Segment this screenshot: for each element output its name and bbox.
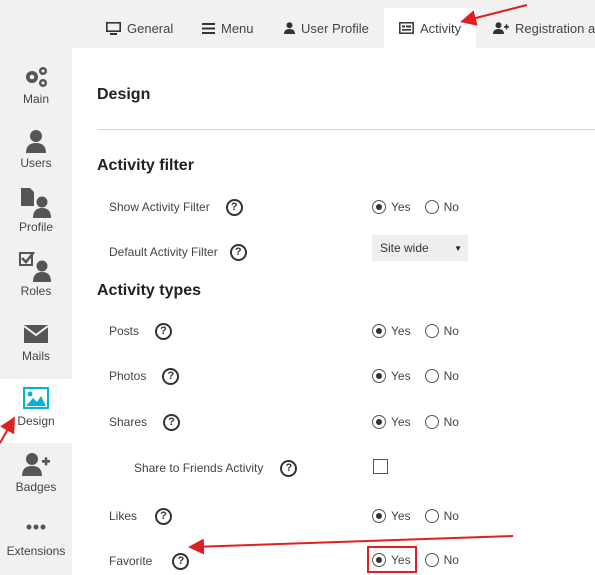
sidebar-label: Roles <box>20 284 52 298</box>
dots-icon <box>0 512 72 542</box>
tab-registration[interactable]: Registration ar <box>493 8 595 48</box>
user-plus-icon <box>493 22 509 34</box>
sidebar-label: Badges <box>15 480 57 494</box>
row-label-text: Default Activity Filter <box>109 245 218 259</box>
show-activity-filter-radio: Yes No <box>372 197 469 217</box>
likes-radio: Yes No <box>372 506 469 526</box>
radio-no[interactable]: No <box>424 200 459 214</box>
sidebar-item-main[interactable]: Main <box>0 56 72 120</box>
tab-label: Menu <box>221 20 254 36</box>
tab-activity[interactable]: Activity <box>384 8 476 48</box>
user-icon <box>0 126 72 156</box>
posts-label: Posts ? <box>109 321 173 341</box>
help-icon[interactable]: ? <box>225 198 243 216</box>
photos-radio: Yes No <box>372 366 469 386</box>
roles-icon <box>0 252 72 282</box>
tab-label: User Profile <box>301 20 369 36</box>
radio-yes[interactable]: Yes <box>372 369 411 383</box>
radio-no[interactable]: No <box>424 553 459 567</box>
posts-radio: Yes No <box>372 321 469 341</box>
sidebar-item-users[interactable]: Users <box>0 120 72 184</box>
radio-no[interactable]: No <box>424 369 459 383</box>
default-activity-filter-label: Default Activity Filter ? <box>109 242 247 262</box>
row-label-text: Photos <box>109 369 147 383</box>
divider <box>97 129 595 130</box>
sidebar-item-design[interactable]: Design <box>0 379 72 443</box>
tab-user-profile[interactable]: User Profile <box>284 8 369 48</box>
sidebar-label: Main <box>22 92 49 106</box>
photos-label: Photos ? <box>109 366 180 386</box>
row-label-text: Favorite <box>109 554 153 568</box>
radio-yes[interactable]: Yes <box>372 324 411 338</box>
row-label-text: Show Activity Filter <box>109 200 210 214</box>
tab-bar: General Menu User Profile Activity Regis… <box>72 0 595 48</box>
show-activity-filter-label: Show Activity Filter ? <box>109 197 243 217</box>
select-value: Site wide <box>380 241 429 255</box>
sidebar-label: Design <box>17 414 55 428</box>
share-friends-label: Share to Friends Activity ? <box>134 458 298 478</box>
sidebar-label: Extensions <box>6 544 66 558</box>
sidebar-label: Users <box>20 156 52 170</box>
sidebar-label: Mails <box>21 349 50 363</box>
tab-menu[interactable]: Menu <box>202 8 254 48</box>
radio-yes[interactable]: Yes <box>372 200 411 214</box>
image-icon <box>0 383 72 413</box>
help-icon[interactable]: ? <box>155 507 173 525</box>
share-friends-checkbox[interactable] <box>373 459 388 474</box>
sidebar-label: Profile <box>18 220 53 234</box>
section-title-activity-filter: Activity filter <box>97 157 194 174</box>
tab-label: Activity <box>420 20 462 36</box>
help-icon[interactable]: ? <box>280 459 298 477</box>
menu-lines-icon <box>202 22 215 34</box>
help-icon[interactable]: ? <box>155 322 173 340</box>
sidebar-item-roles[interactable]: Roles <box>0 248 72 312</box>
radio-yes[interactable]: Yes <box>372 509 411 523</box>
sidebar-item-badges[interactable]: Badges <box>0 445 72 509</box>
radio-no[interactable]: No <box>424 324 459 338</box>
default-activity-filter-select[interactable]: Site wide ▼ <box>372 235 468 261</box>
shares-label: Shares ? <box>109 412 181 432</box>
page-title: Design <box>97 86 151 103</box>
sidebar-item-mails[interactable]: Mails <box>0 313 72 377</box>
row-label-text: Shares <box>109 415 148 429</box>
radio-no[interactable]: No <box>424 509 459 523</box>
tab-label: General <box>127 20 174 36</box>
tab-label: Registration ar <box>515 20 595 36</box>
annotation-arrow-favorite <box>188 535 514 555</box>
profile-icon <box>0 188 72 218</box>
help-icon[interactable]: ? <box>229 243 247 261</box>
tab-general[interactable]: General <box>106 8 173 48</box>
sidebar-item-extensions[interactable]: Extensions <box>0 510 72 574</box>
monitor-icon <box>106 21 121 35</box>
row-label-text: Posts <box>109 324 140 338</box>
help-icon[interactable]: ? <box>172 552 190 570</box>
radio-no[interactable]: No <box>424 415 459 429</box>
annotation-highlight-box <box>367 546 417 573</box>
radio-yes[interactable]: Yes <box>372 415 411 429</box>
sidebar: Main Users Profile Roles Mails Design Ba… <box>0 0 72 575</box>
annotation-arrows <box>0 4 528 555</box>
user-plus-icon <box>0 449 72 479</box>
help-icon[interactable]: ? <box>162 367 180 385</box>
caret-down-icon: ▼ <box>454 244 462 253</box>
sidebar-item-profile[interactable]: Profile <box>0 184 72 248</box>
help-icon[interactable]: ? <box>163 413 181 431</box>
favorite-label: Favorite ? <box>109 551 190 571</box>
section-title-activity-types: Activity types <box>97 282 202 299</box>
shares-radio: Yes No <box>372 412 469 432</box>
gears-icon <box>0 62 72 92</box>
envelope-icon <box>0 319 72 349</box>
user-icon <box>284 22 295 34</box>
likes-label: Likes ? <box>109 506 173 526</box>
row-label-text: Likes <box>109 509 138 523</box>
row-label-text: Share to Friends Activity <box>134 461 264 475</box>
activity-icon <box>399 22 414 34</box>
